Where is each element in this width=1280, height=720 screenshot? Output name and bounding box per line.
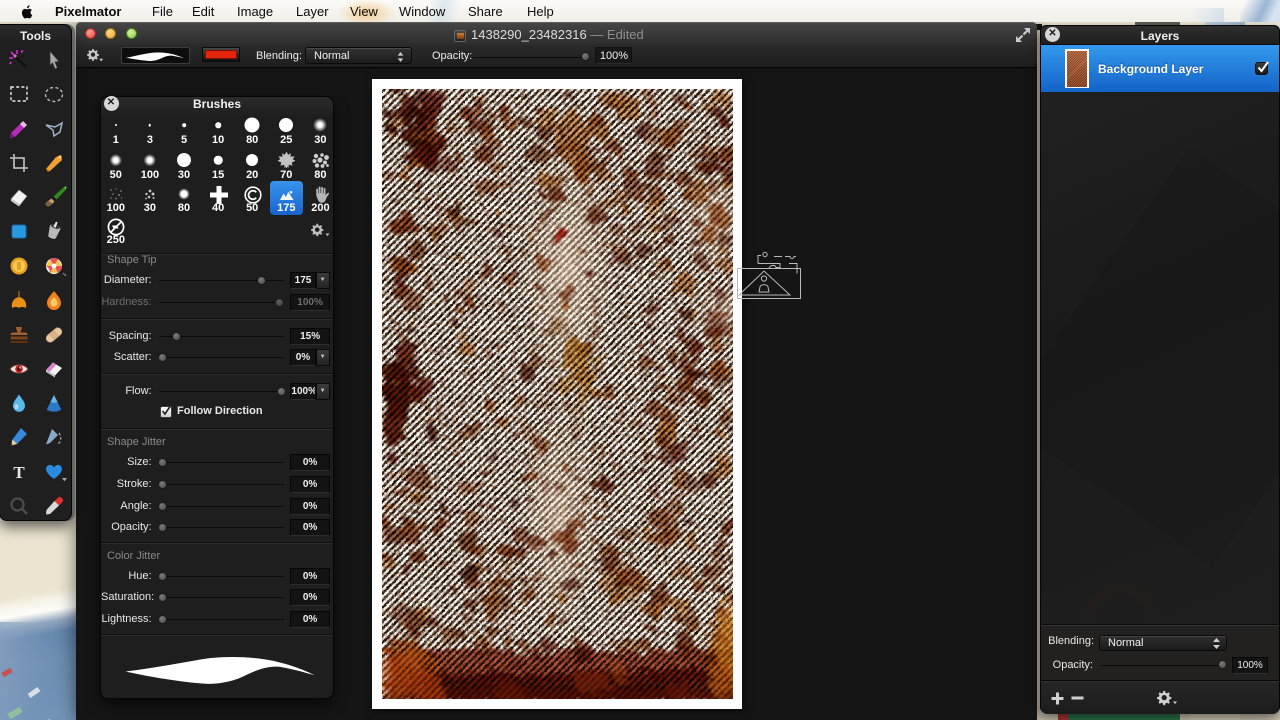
svg-text:T: T	[13, 463, 25, 482]
